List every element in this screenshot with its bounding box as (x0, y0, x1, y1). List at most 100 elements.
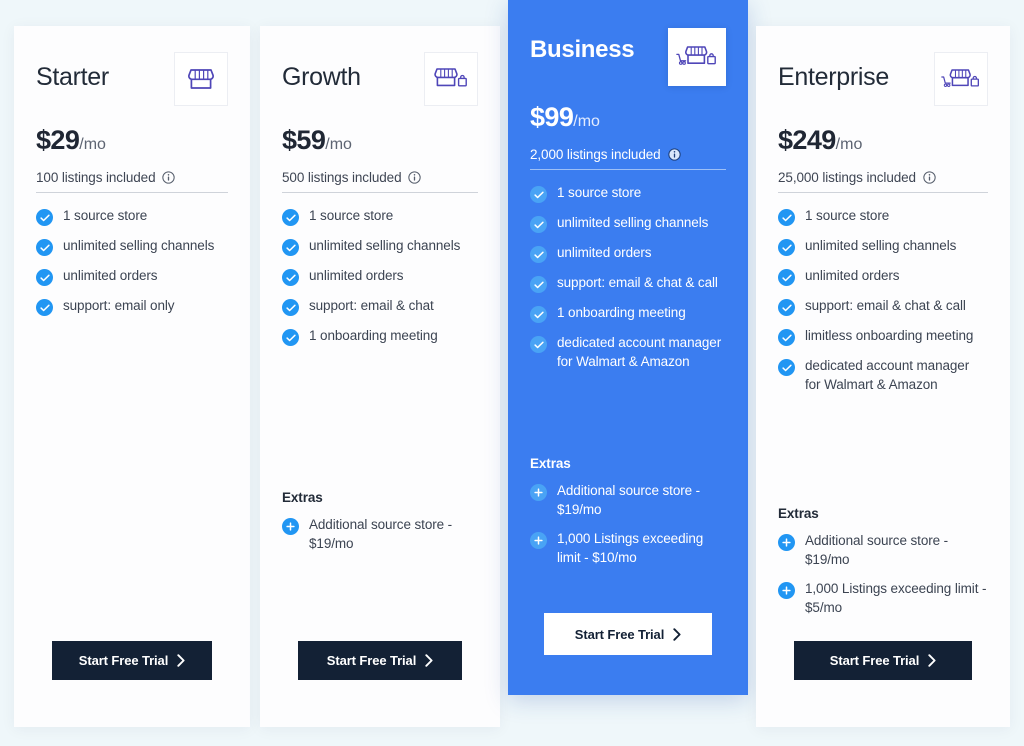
extras-block-business: Extras Additional source store - $19/mo … (530, 456, 726, 579)
plan-header-business: Business (530, 28, 726, 86)
extras-block-growth: Extras Additional source store - $19/mo (282, 490, 478, 564)
plan-price-amount: $249 (778, 125, 836, 155)
plan-price-business: $99/mo (530, 104, 726, 131)
feature-item: support: email & chat & call (778, 297, 988, 316)
plan-price-period: /mo (79, 136, 106, 153)
info-icon[interactable] (667, 148, 681, 161)
pricing-plans-board: Starter $29/mo 100 listings included 1 s… (0, 0, 1024, 746)
feature-item: unlimited selling channels (36, 237, 228, 256)
extra-label: Additional source store - $19/mo (557, 483, 701, 517)
feature-item: 1 onboarding meeting (282, 327, 478, 346)
extra-label: Additional source store - $19/mo (309, 517, 453, 551)
plan-card-growth-inner: Growth $59/mo 500 listings included 1 so… (260, 26, 500, 727)
check-circle-icon (530, 276, 547, 293)
feature-label: unlimited orders (805, 268, 900, 283)
plan-card-business-inner: Business $99/mo 2,000 listings included … (508, 0, 748, 695)
start-free-trial-button[interactable]: Start Free Trial (52, 641, 212, 680)
extra-item: Additional source store - $19/mo (778, 532, 988, 569)
feature-label: support: email & chat (309, 298, 434, 313)
feature-item: unlimited selling channels (778, 237, 988, 256)
extras-title: Extras (282, 490, 323, 505)
feature-item: unlimited orders (36, 267, 228, 286)
feature-label: support: email & chat & call (805, 298, 966, 313)
plan-name-growth: Growth (282, 63, 361, 91)
extras-block-enterprise: Extras Additional source store - $19/mo … (778, 506, 988, 629)
plan-name-business: Business (530, 36, 635, 63)
extra-label: Additional source store - $19/mo (805, 533, 949, 567)
plan-name-starter: Starter (36, 63, 109, 91)
feature-label: unlimited orders (557, 245, 652, 260)
storefront-icon (174, 52, 228, 106)
plus-circle-icon (778, 534, 795, 551)
start-free-trial-button[interactable]: Start Free Trial (544, 613, 712, 655)
feature-item: 1 source store (530, 184, 726, 203)
plan-card-enterprise[interactable]: Enterprise $249/mo 25,000 listings inclu… (756, 26, 1010, 727)
feature-label: 1 source store (309, 208, 394, 223)
check-circle-icon (778, 209, 795, 226)
check-circle-icon (778, 269, 795, 286)
feature-item: unlimited orders (282, 267, 478, 286)
plan-price-growth: $59/mo (282, 127, 478, 154)
feature-label: support: email only (63, 298, 175, 313)
check-circle-icon (530, 186, 547, 203)
cta-label: Start Free Trial (829, 653, 920, 668)
plan-listings-growth: 500 listings included (282, 170, 478, 193)
plan-card-enterprise-inner: Enterprise $249/mo 25,000 listings inclu… (756, 26, 1010, 727)
feature-item: support: email & chat (282, 297, 478, 316)
cta-label: Start Free Trial (574, 626, 665, 642)
extras-list-enterprise: Additional source store - $19/mo 1,000 L… (778, 532, 988, 618)
plan-listings-starter: 100 listings included (36, 170, 228, 193)
plan-card-growth[interactable]: Growth $59/mo 500 listings included 1 so… (260, 26, 500, 727)
plan-card-business[interactable]: Business $99/mo 2,000 listings included … (508, 0, 748, 695)
check-circle-icon (530, 336, 547, 353)
plan-price-period: /mo (835, 136, 863, 153)
check-circle-icon (282, 239, 299, 256)
plus-circle-icon (530, 532, 547, 550)
check-circle-icon (778, 359, 795, 376)
plan-listings-label: 25,000 listings included (778, 170, 916, 185)
plus-circle-icon (282, 518, 299, 535)
feature-label: 1 onboarding meeting (309, 328, 438, 343)
feature-item: limitless onboarding meeting (778, 327, 988, 346)
feature-item: 1 source store (778, 207, 988, 226)
check-circle-icon (282, 329, 299, 346)
plan-card-starter-inner: Starter $29/mo 100 listings included 1 s… (14, 26, 250, 727)
start-free-trial-button[interactable]: Start Free Trial (298, 641, 462, 680)
extra-item: 1,000 Listings exceeding limit - $10/mo (530, 530, 726, 567)
info-icon[interactable] (408, 171, 422, 184)
check-circle-icon (778, 239, 795, 256)
check-circle-icon (36, 269, 53, 286)
check-circle-icon (36, 239, 53, 256)
check-circle-icon (36, 299, 53, 316)
check-circle-icon (530, 216, 547, 233)
feature-item: unlimited orders (530, 244, 726, 263)
plan-card-starter[interactable]: Starter $29/mo 100 listings included 1 s… (14, 26, 250, 727)
feature-label: unlimited selling channels (63, 238, 215, 253)
check-circle-icon (282, 209, 299, 226)
feature-label: unlimited orders (63, 268, 158, 283)
extras-title: Extras (778, 506, 819, 521)
storefront-cart-bag-icon (668, 28, 726, 86)
plan-price-period: /mo (573, 113, 600, 130)
feature-label: support: email & chat & call (557, 275, 718, 290)
info-icon[interactable] (162, 171, 176, 184)
check-circle-icon (282, 269, 299, 286)
plan-listings-label: 500 listings included (282, 170, 402, 185)
feature-item: 1 source store (282, 207, 478, 226)
feature-item: unlimited orders (778, 267, 988, 286)
feature-item: unlimited selling channels (282, 237, 478, 256)
plan-listings-label: 100 listings included (36, 170, 156, 185)
plan-listings-enterprise: 25,000 listings included (778, 170, 988, 193)
check-circle-icon (36, 209, 53, 226)
feature-label: 1 source store (63, 208, 148, 223)
feature-item: support: email & chat & call (530, 274, 726, 293)
check-circle-icon (778, 299, 795, 316)
plus-circle-icon (530, 484, 547, 501)
feature-label: unlimited selling channels (805, 238, 957, 253)
start-free-trial-button[interactable]: Start Free Trial (794, 641, 972, 680)
feature-item: 1 onboarding meeting (530, 304, 726, 323)
extras-list-business: Additional source store - $19/mo 1,000 L… (530, 482, 726, 568)
chevron-right-icon (177, 654, 185, 667)
info-icon[interactable] (923, 171, 936, 184)
feature-list-business: 1 source store unlimited selling channel… (530, 184, 726, 371)
